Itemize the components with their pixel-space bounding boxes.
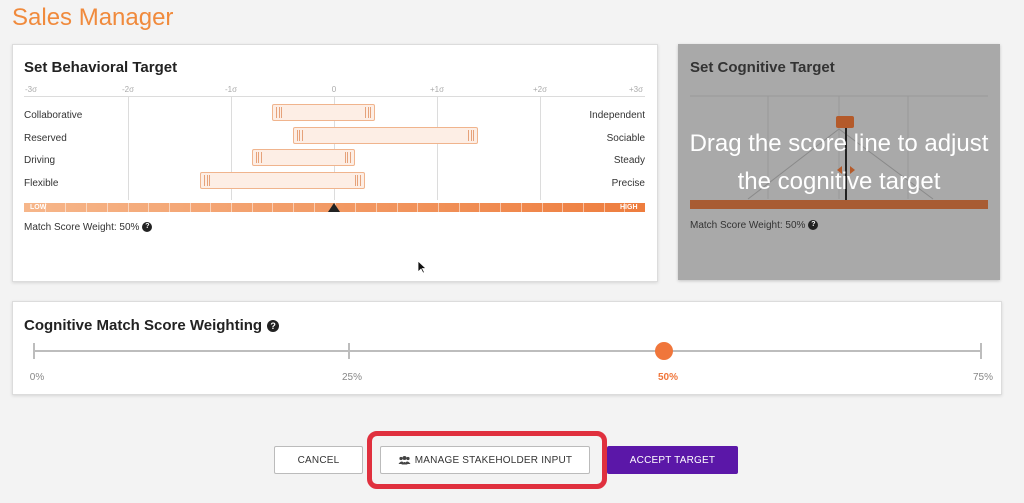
scale-tick [272, 203, 274, 212]
scale-tick [375, 203, 377, 212]
scale-tick [500, 203, 502, 212]
range-drag-handle[interactable] [468, 130, 475, 141]
range-drag-handle[interactable] [344, 152, 351, 163]
trait-right-label: Precise [611, 178, 645, 189]
cancel-button[interactable]: CANCEL [274, 446, 363, 474]
scale-tick [582, 203, 584, 212]
trait-left-label: Driving [24, 155, 56, 166]
weighting-slider-handle[interactable] [655, 342, 673, 360]
scale-tick [189, 203, 191, 212]
drag-instruction-overlay: Drag the score line to adjust the cognit… [689, 130, 989, 195]
highlight-box [367, 431, 607, 489]
cognitive-weight-text: Match Score Weight: 50%? [690, 220, 819, 231]
scale-tick [313, 203, 315, 212]
slider-stop-label-selected: 50% [657, 372, 679, 383]
trait-left-label: Collaborative [24, 110, 83, 121]
behavioral-weight-text: Match Score Weight: 50%? [24, 222, 153, 233]
weighting-slider-track[interactable] [34, 350, 982, 352]
slider-tick [980, 343, 982, 359]
sigma-label: +1σ [429, 85, 445, 94]
scale-tick [438, 203, 439, 212]
slider-stop-label: 25% [341, 372, 363, 383]
trait-right-label: Sociable [606, 133, 645, 144]
grid-line [128, 97, 129, 200]
help-icon[interactable]: ? [267, 320, 280, 333]
scale-tick [65, 203, 67, 212]
scale-tick [520, 203, 522, 212]
trait-left-label: Reserved [24, 133, 67, 144]
cognitive-weighting-title: Cognitive Match Score Weighting? [24, 317, 280, 334]
scale-tick [168, 203, 170, 212]
sigma-label: 0 [331, 85, 337, 94]
scale-tick [355, 203, 357, 212]
help-icon[interactable]: ? [142, 222, 153, 233]
trait-range-bar[interactable] [251, 149, 355, 166]
trait-range-bar[interactable] [200, 172, 365, 189]
range-drag-handle[interactable] [365, 107, 372, 118]
sigma-label: -1σ [224, 85, 238, 94]
scale-tick [210, 203, 212, 212]
scale-tick [251, 203, 253, 212]
slider-stop-label: 0% [29, 372, 45, 383]
scale-tick [417, 203, 419, 212]
scale-high-label: HIGH [620, 204, 638, 211]
scale-tick [86, 203, 88, 212]
behavioral-target-title: Set Behavioral Target [24, 59, 178, 76]
cognitive-target-title: Set Cognitive Target [690, 59, 835, 76]
sigma-label: -2σ [121, 85, 135, 94]
slider-tick [33, 343, 35, 359]
sigma-label: +2σ [532, 85, 548, 94]
slider-stop-label: 75% [972, 372, 994, 383]
trait-range-bar[interactable] [272, 104, 376, 121]
slider-tick [348, 343, 350, 359]
range-drag-handle[interactable] [276, 107, 283, 118]
range-drag-handle[interactable] [354, 175, 361, 186]
scale-tick [541, 203, 543, 212]
scale-low-label: LOW [30, 204, 47, 211]
range-drag-handle[interactable] [296, 130, 303, 141]
scale-tick [148, 203, 150, 212]
cognitive-weighting-card [12, 301, 1002, 395]
trait-left-label: Flexible [24, 178, 59, 189]
scale-tick [396, 203, 398, 212]
cognitive-weighting-title-text: Cognitive Match Score Weighting [24, 317, 263, 334]
scale-tick [458, 203, 460, 212]
scale-tick [293, 203, 295, 212]
cognitive-weight-label: Match Score Weight: 50% [690, 220, 806, 231]
mouse-cursor-icon [417, 260, 427, 274]
mean-marker-triangle [328, 203, 340, 212]
trait-range-bar[interactable] [292, 127, 479, 144]
scale-tick [127, 203, 129, 212]
trait-right-label: Independent [589, 110, 645, 121]
scale-tick [479, 203, 481, 212]
accept-target-button[interactable]: ACCEPT TARGET [607, 446, 738, 474]
behavioral-weight-label: Match Score Weight: 50% [24, 222, 140, 233]
scale-tick [106, 203, 108, 212]
help-icon[interactable]: ? [808, 220, 819, 231]
scale-tick [231, 203, 232, 212]
scale-tick [603, 203, 605, 212]
sigma-label: -3σ [24, 85, 38, 94]
grid-line [437, 97, 438, 200]
scale-tick [562, 203, 564, 212]
grid-line [540, 97, 541, 200]
sigma-label: +3σ [628, 85, 644, 94]
page-title: Sales Manager [12, 4, 174, 31]
range-drag-handle[interactable] [255, 152, 262, 163]
trait-right-label: Steady [613, 155, 645, 166]
range-drag-handle[interactable] [204, 175, 211, 186]
